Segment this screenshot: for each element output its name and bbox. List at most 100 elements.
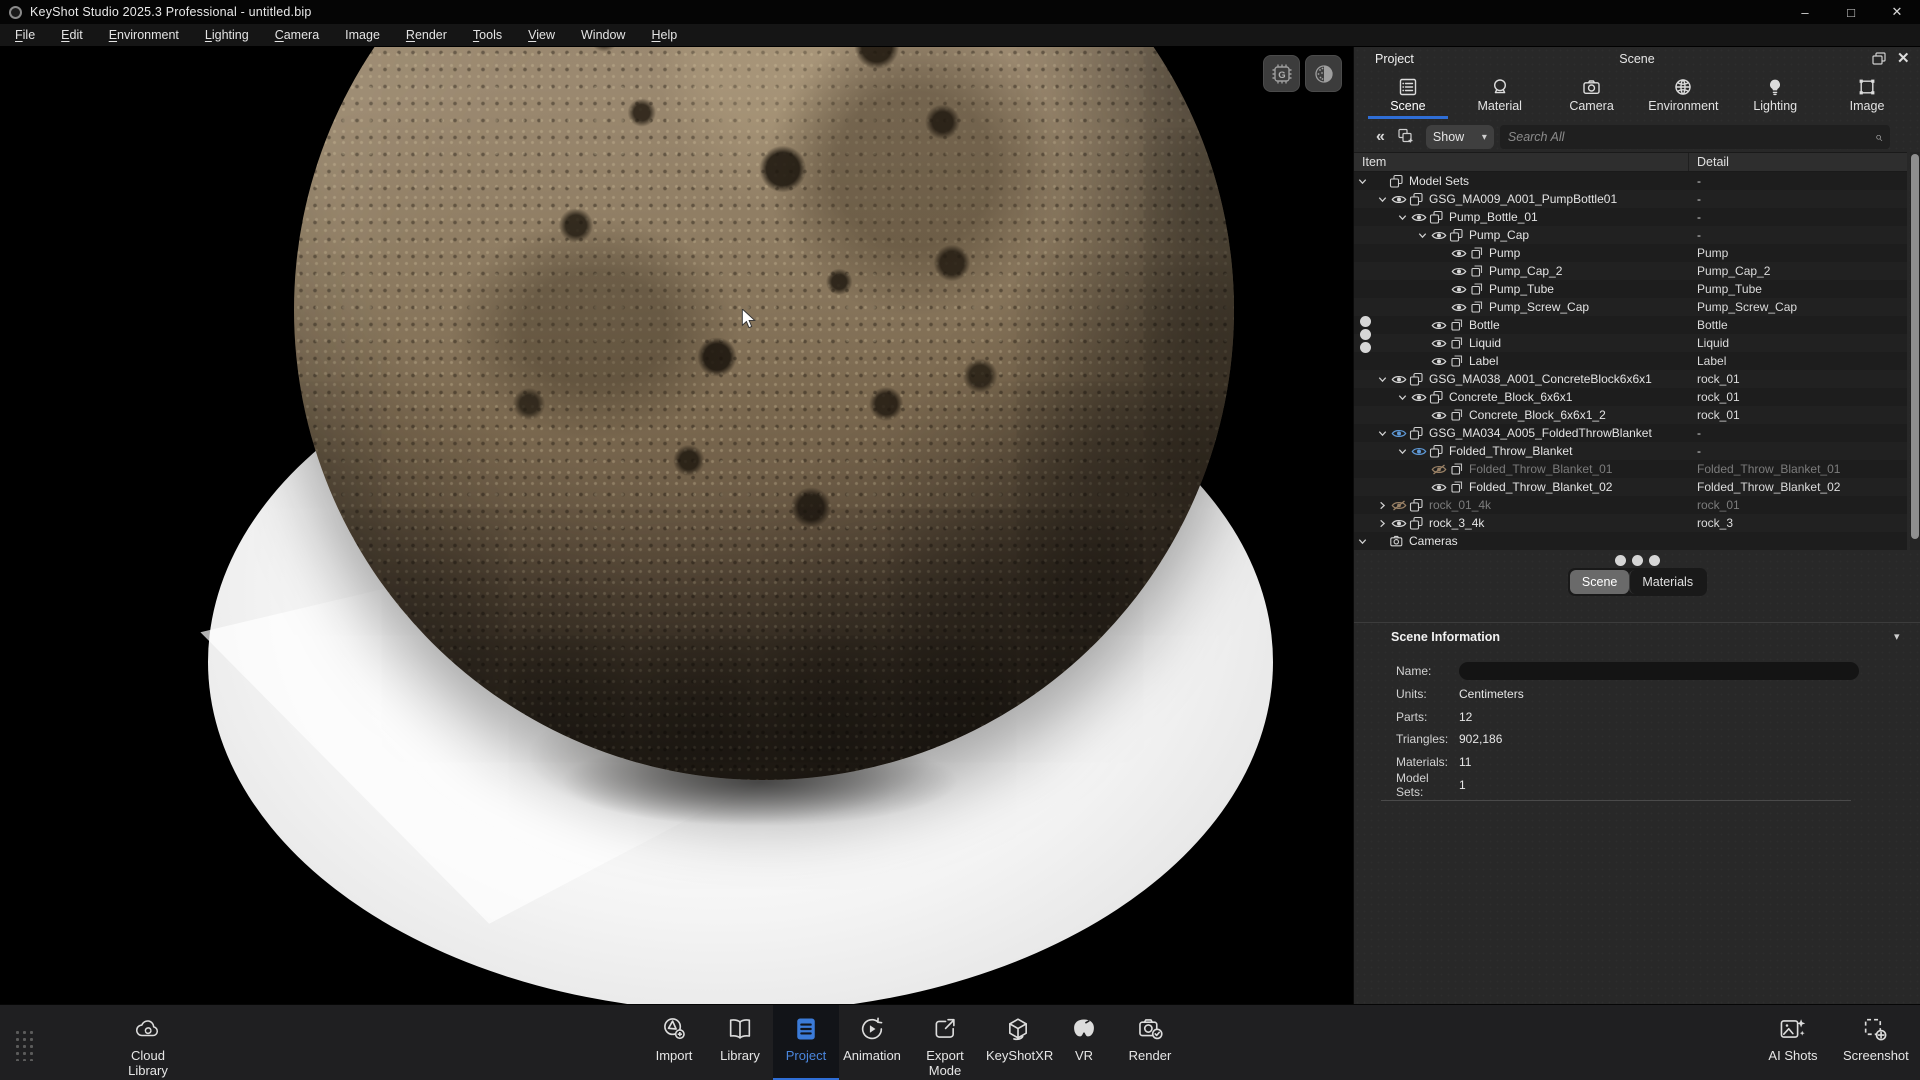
tree-row[interactable]: Bottle Bottle [1354, 316, 1907, 334]
tree-expand-chevron[interactable] [1376, 374, 1389, 385]
visibility-eye-icon[interactable] [1409, 446, 1428, 457]
tree-row[interactable]: Concrete_Block_6x6x1_2 rock_01 [1354, 406, 1907, 424]
tree-row[interactable]: GSG_MA034_A005_FoldedThrowBlanket - [1354, 424, 1907, 442]
tree-row[interactable]: Pump_Bottle_01 - [1354, 208, 1907, 226]
tree-expand-chevron[interactable] [1376, 500, 1389, 511]
tree-row[interactable]: Liquid Liquid [1354, 334, 1907, 352]
tree-expand-chevron[interactable] [1396, 392, 1409, 403]
tree-row[interactable]: GSG_MA038_A001_ConcreteBlock6x6x1 rock_0… [1354, 370, 1907, 388]
tree-row[interactable]: Folded_Throw_Blanket - [1354, 442, 1907, 460]
tree-row[interactable]: Concrete_Block_6x6x1 rock_01 [1354, 388, 1907, 406]
tree-row[interactable]: Folded_Throw_Blanket_02 Folded_Throw_Bla… [1354, 478, 1907, 496]
segment-materials[interactable]: Materials [1629, 570, 1705, 594]
toolbar-cloud-library[interactable]: Cloud Library [108, 1005, 188, 1080]
menu-file[interactable]: File [2, 24, 48, 47]
tab-camera[interactable]: Camera [1546, 73, 1638, 117]
gpu-mode-button[interactable]: G [1263, 55, 1300, 92]
toolbar-import[interactable]: Import [641, 1005, 707, 1080]
menu-help[interactable]: Help [638, 24, 690, 47]
toolbar-export-mode[interactable]: Export Mode [905, 1005, 985, 1080]
tree-expand-chevron[interactable] [1416, 230, 1429, 241]
tab-material[interactable]: Material [1454, 73, 1546, 117]
visibility-eye-icon[interactable] [1389, 500, 1408, 511]
tree-row[interactable]: Pump_Screw_Cap Pump_Screw_Cap [1354, 298, 1907, 316]
menu-render[interactable]: Render [393, 24, 460, 47]
toolbar-screenshot[interactable]: Screenshot [1842, 1005, 1908, 1080]
visibility-eye-icon[interactable] [1449, 284, 1468, 295]
visibility-eye-icon[interactable] [1429, 356, 1448, 367]
collapse-section-icon[interactable]: ▾ [1894, 630, 1900, 643]
menu-view[interactable]: View [515, 24, 568, 47]
show-filter-dropdown[interactable]: Show ▾ [1426, 125, 1494, 149]
denoise-button[interactable] [1305, 55, 1342, 92]
tree-row[interactable]: Pump_Tube Pump_Tube [1354, 280, 1907, 298]
tree-expand-chevron[interactable] [1376, 194, 1389, 205]
tree-row[interactable]: Folded_Throw_Blanket_01 Folded_Throw_Bla… [1354, 460, 1907, 478]
tree-row[interactable]: Model Sets - [1354, 172, 1907, 190]
toolbar-drag-handle[interactable] [14, 1029, 36, 1061]
toolbar-project[interactable]: Project [773, 1005, 839, 1080]
maximize-button[interactable]: □ [1828, 0, 1874, 24]
close-button[interactable]: ✕ [1874, 0, 1920, 24]
tree-expand-chevron[interactable] [1356, 536, 1369, 547]
tree-expand-chevron[interactable] [1396, 212, 1409, 223]
scene-name-input[interactable] [1459, 662, 1859, 680]
visibility-eye-icon[interactable] [1429, 410, 1448, 421]
toolbar-render[interactable]: Render [1117, 1005, 1183, 1080]
visibility-eye-icon[interactable] [1449, 302, 1468, 313]
visibility-eye-icon[interactable] [1429, 482, 1448, 493]
toolbar-ai-shots[interactable]: AI Shots [1760, 1005, 1826, 1080]
visibility-eye-icon[interactable] [1409, 392, 1428, 403]
visibility-eye-icon[interactable] [1389, 194, 1408, 205]
close-panel-icon[interactable]: ✕ [1897, 49, 1910, 67]
chevron-down-icon: ▾ [1482, 132, 1487, 143]
menu-edit[interactable]: Edit [48, 24, 96, 47]
toolbar-animation[interactable]: Animation [839, 1005, 905, 1080]
tree-row[interactable]: Pump_Cap - [1354, 226, 1907, 244]
tree-row[interactable]: Pump Pump [1354, 244, 1907, 262]
menu-lighting[interactable]: Lighting [192, 24, 262, 47]
visibility-eye-icon[interactable] [1429, 338, 1448, 349]
menu-window[interactable]: Window [568, 24, 638, 47]
segment-scene[interactable]: Scene [1570, 570, 1629, 594]
tree-row[interactable]: Cameras [1354, 532, 1907, 550]
visibility-eye-icon[interactable] [1389, 428, 1408, 439]
menu-image[interactable]: Image [332, 24, 393, 47]
visibility-eye-icon[interactable] [1389, 518, 1408, 529]
tree-expand-chevron[interactable] [1396, 446, 1409, 457]
tab-image[interactable]: Image [1821, 73, 1913, 117]
visibility-eye-icon[interactable] [1449, 266, 1468, 277]
tree-row[interactable]: rock_01_4k rock_01 [1354, 496, 1907, 514]
visibility-eye-icon[interactable] [1389, 374, 1408, 385]
menu-environment[interactable]: Environment [96, 24, 192, 47]
undock-panel-icon[interactable] [1872, 52, 1887, 68]
visibility-eye-icon[interactable] [1429, 320, 1448, 331]
tab-scene[interactable]: Scene [1362, 73, 1454, 117]
tree-resize-handle[interactable] [1354, 555, 1920, 566]
visibility-eye-icon[interactable] [1429, 464, 1448, 475]
tree-expand-chevron[interactable] [1356, 176, 1369, 187]
toolbar-library[interactable]: Library [707, 1005, 773, 1080]
menu-camera[interactable]: Camera [262, 24, 332, 47]
tree-row[interactable]: GSG_MA009_A001_PumpBottle01 - [1354, 190, 1907, 208]
tab-environment[interactable]: Environment [1637, 73, 1729, 117]
collapse-all-icon[interactable]: « [1376, 128, 1383, 146]
visibility-eye-icon[interactable] [1449, 248, 1468, 259]
toolbar-keyshotxr[interactable]: KeyShotXR [985, 1005, 1051, 1080]
search-input[interactable] [1508, 130, 1875, 144]
toolbar-vr[interactable]: VR [1051, 1005, 1117, 1080]
tree-row[interactable]: Label Label [1354, 352, 1907, 370]
add-group-icon[interactable] [1397, 128, 1414, 147]
visibility-eye-icon[interactable] [1409, 212, 1428, 223]
realtime-viewport[interactable]: G [0, 47, 1353, 1004]
visibility-eye-icon[interactable] [1429, 230, 1448, 241]
tree-expand-chevron[interactable] [1376, 428, 1389, 439]
panel-splitter-handle[interactable] [1360, 316, 1372, 353]
tree-expand-chevron[interactable] [1376, 518, 1389, 529]
tree-scrollbar[interactable] [1910, 152, 1920, 550]
tree-row[interactable]: Pump_Cap_2 Pump_Cap_2 [1354, 262, 1907, 280]
tab-lighting[interactable]: Lighting [1729, 73, 1821, 117]
minimize-button[interactable]: – [1782, 0, 1828, 24]
tree-row[interactable]: rock_3_4k rock_3 [1354, 514, 1907, 532]
menu-tools[interactable]: Tools [460, 24, 515, 47]
